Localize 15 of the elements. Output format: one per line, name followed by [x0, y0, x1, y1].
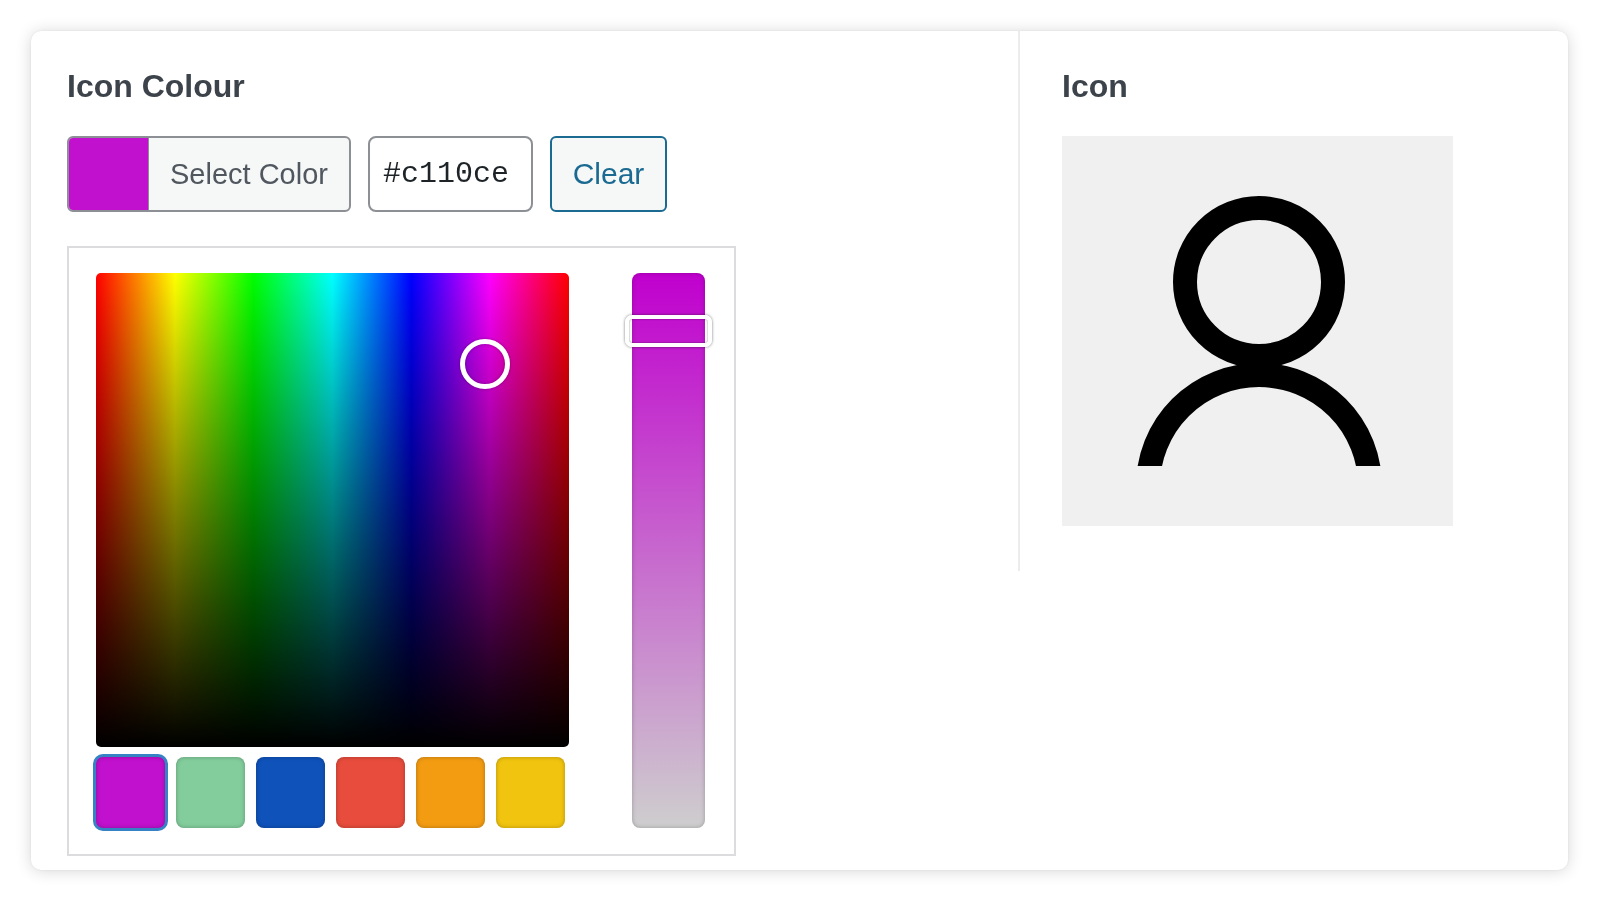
person-icon	[1135, 196, 1382, 466]
color-swatch[interactable]	[256, 757, 325, 828]
section-heading: Icon Colour	[67, 67, 245, 106]
color-swatch[interactable]	[416, 757, 485, 828]
color-field[interactable]	[96, 273, 569, 747]
select-color-button[interactable]: Select Color	[67, 136, 351, 212]
color-swatch[interactable]	[93, 754, 168, 831]
color-field-handle[interactable]	[459, 339, 510, 390]
clear-button[interactable]: Clear	[550, 136, 667, 212]
color-swatch[interactable]	[336, 757, 405, 828]
section-heading: Icon	[1062, 67, 1128, 106]
color-swatch-icon	[69, 138, 149, 210]
color-swatch[interactable]	[176, 757, 245, 828]
color-swatch[interactable]	[496, 757, 565, 828]
hex-input[interactable]: #c110ce	[368, 136, 533, 212]
